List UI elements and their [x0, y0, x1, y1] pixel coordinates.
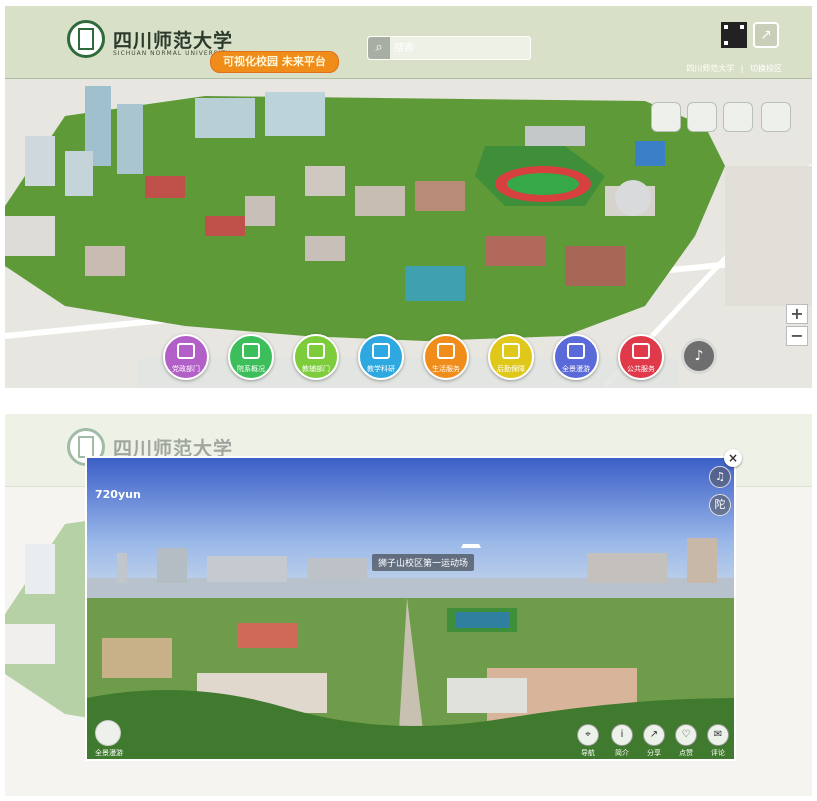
site-header: 四川师范大学 SICHUAN NORMAL UNIVERSITY 可视化校园 未…	[5, 6, 812, 79]
link-separator: |	[740, 64, 744, 73]
close-icon[interactable]: ×	[724, 449, 742, 467]
category-label: 后勤保障	[497, 365, 525, 373]
map-tool-3d[interactable]	[723, 102, 753, 132]
category-label: 全景漫游	[562, 365, 590, 373]
share-icon[interactable]: ↗	[643, 724, 665, 746]
category-button-6[interactable]: 全景漫游	[553, 334, 599, 380]
category-button-5[interactable]: 后勤保障	[488, 334, 534, 380]
share-icon[interactable]: ↗	[753, 22, 779, 48]
zoom-out-button[interactable]: −	[786, 326, 808, 346]
sound-icon[interactable]: ♪	[681, 338, 717, 374]
category-icon	[372, 343, 390, 359]
search-input[interactable]	[394, 39, 524, 57]
link-switch-campus[interactable]: 切换校区	[750, 64, 782, 73]
map-tool-2d[interactable]	[687, 102, 717, 132]
qr-code-icon[interactable]	[721, 22, 747, 48]
category-icon	[242, 343, 260, 359]
category-button-7[interactable]: 公共服务	[618, 334, 664, 380]
gyro-icon[interactable]: 陀	[709, 494, 731, 516]
category-label: 公共服务	[627, 365, 655, 373]
category-icon	[567, 343, 585, 359]
zoom-in-button[interactable]: +	[786, 304, 808, 324]
comment-icon[interactable]: ✉	[707, 724, 729, 746]
panorama-viewer[interactable]: 720yun 狮子山校区第一运动场 全景漫游 ⌖ i ↗ ♡ ✉ 导航 简介 分…	[85, 456, 736, 761]
category-icon	[307, 343, 325, 359]
search-icon[interactable]: ⌕	[368, 37, 390, 59]
search-box[interactable]: ⌕	[367, 36, 531, 60]
tool-label-like: 点赞	[679, 749, 693, 757]
category-label: 教学科研	[367, 365, 395, 373]
category-icon	[502, 343, 520, 359]
scene-thumbnail[interactable]	[95, 720, 121, 746]
platform-badge: 可视化校园 未来平台	[210, 51, 339, 73]
header-links: 四川师范大学 | 切换校区	[682, 63, 782, 74]
category-label: 院系概况	[237, 365, 265, 373]
pin-icon[interactable]: ⌖	[577, 724, 599, 746]
tool-label-comment: 评论	[711, 749, 725, 757]
campus-map-view: 四川师范大学 SICHUAN NORMAL UNIVERSITY 可视化校园 未…	[5, 6, 812, 388]
category-label: 生活服务	[432, 365, 460, 373]
hotspot-title[interactable]: 狮子山校区第一运动场	[371, 554, 475, 571]
university-name: 四川师范大学	[113, 30, 234, 52]
like-icon[interactable]: ♡	[675, 724, 697, 746]
panorama-image[interactable]	[87, 458, 736, 761]
tool-label-info: 简介	[615, 749, 629, 757]
info-icon[interactable]: i	[611, 724, 633, 746]
category-label: 教辅部门	[302, 365, 330, 373]
music-icon[interactable]: ♫	[709, 466, 731, 488]
category-button-2[interactable]: 教辅部门	[293, 334, 339, 380]
category-icon	[632, 343, 650, 359]
category-icon	[177, 343, 195, 359]
tool-label-nav: 导航	[581, 749, 595, 757]
category-label: 党政部门	[172, 365, 200, 373]
category-button-0[interactable]: 党政部门	[163, 334, 209, 380]
category-button-3[interactable]: 教学科研	[358, 334, 404, 380]
map-tool-compass[interactable]	[651, 102, 681, 132]
category-button-4[interactable]: 生活服务	[423, 334, 469, 380]
scene-thumbnail-label: 全景漫游	[95, 749, 123, 757]
link-university[interactable]: 四川师范大学	[686, 64, 734, 73]
provider-logo: 720yun	[95, 488, 141, 501]
map-tool-panorama[interactable]	[761, 102, 791, 132]
category-icon	[437, 343, 455, 359]
panorama-view: 四川师范大学	[5, 414, 812, 797]
tool-label-share: 分享	[647, 749, 661, 757]
category-button-1[interactable]: 院系概况	[228, 334, 274, 380]
university-seal-logo[interactable]	[67, 20, 105, 58]
